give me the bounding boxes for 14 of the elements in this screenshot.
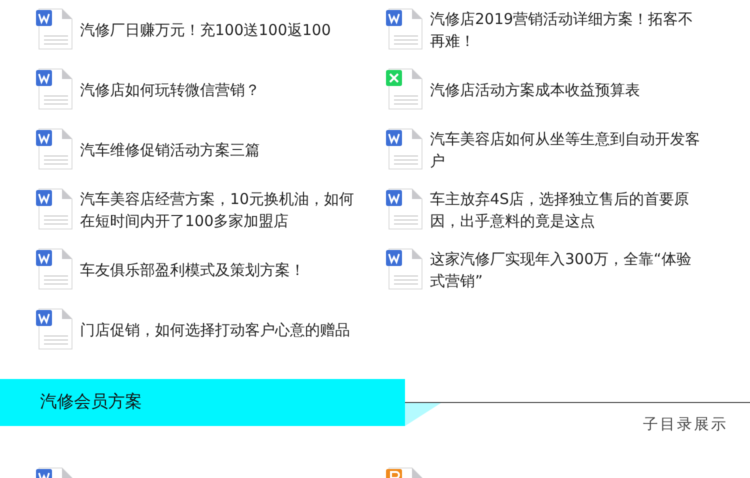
document-link[interactable]: 汽修店2019营销活动详细方案！拓客不再难！ [430,8,700,52]
document-link[interactable]: 汽修厂日赚万元！充100送100返100 [80,19,331,41]
document-link[interactable]: 汽车美容店如何从坐等生意到自动开发客户 [430,128,700,172]
document-link[interactable]: 汽修店如何玩转微信营销？ [80,79,260,101]
document-link[interactable]: 汽修店活动方案成本收益预算表 [430,79,640,101]
document-link[interactable]: 这家汽修厂实现年入300万，全靠“体验式营销” [430,248,700,292]
document-link[interactable]: 门店促销，如何选择打动客户心意的赠品 [80,319,350,341]
document-link[interactable]: 汽车维修促销活动方案三篇 [80,139,260,161]
section-title: 汽修会员方案 [40,390,142,414]
header-corner-shape [405,403,441,426]
document-link[interactable]: 汽车美容店经营方案，10元换机油，如何在短时间内开了100多家加盟店 [80,188,362,232]
document-link[interactable]: 车主放弃4S店，选择独立售后的首要原因，出乎意料的竟是这点 [430,188,700,232]
document-link[interactable]: 车友俱乐部盈利模式及策划方案！ [80,259,305,281]
subdirectory-link[interactable]: 子目录展示 [643,413,728,436]
